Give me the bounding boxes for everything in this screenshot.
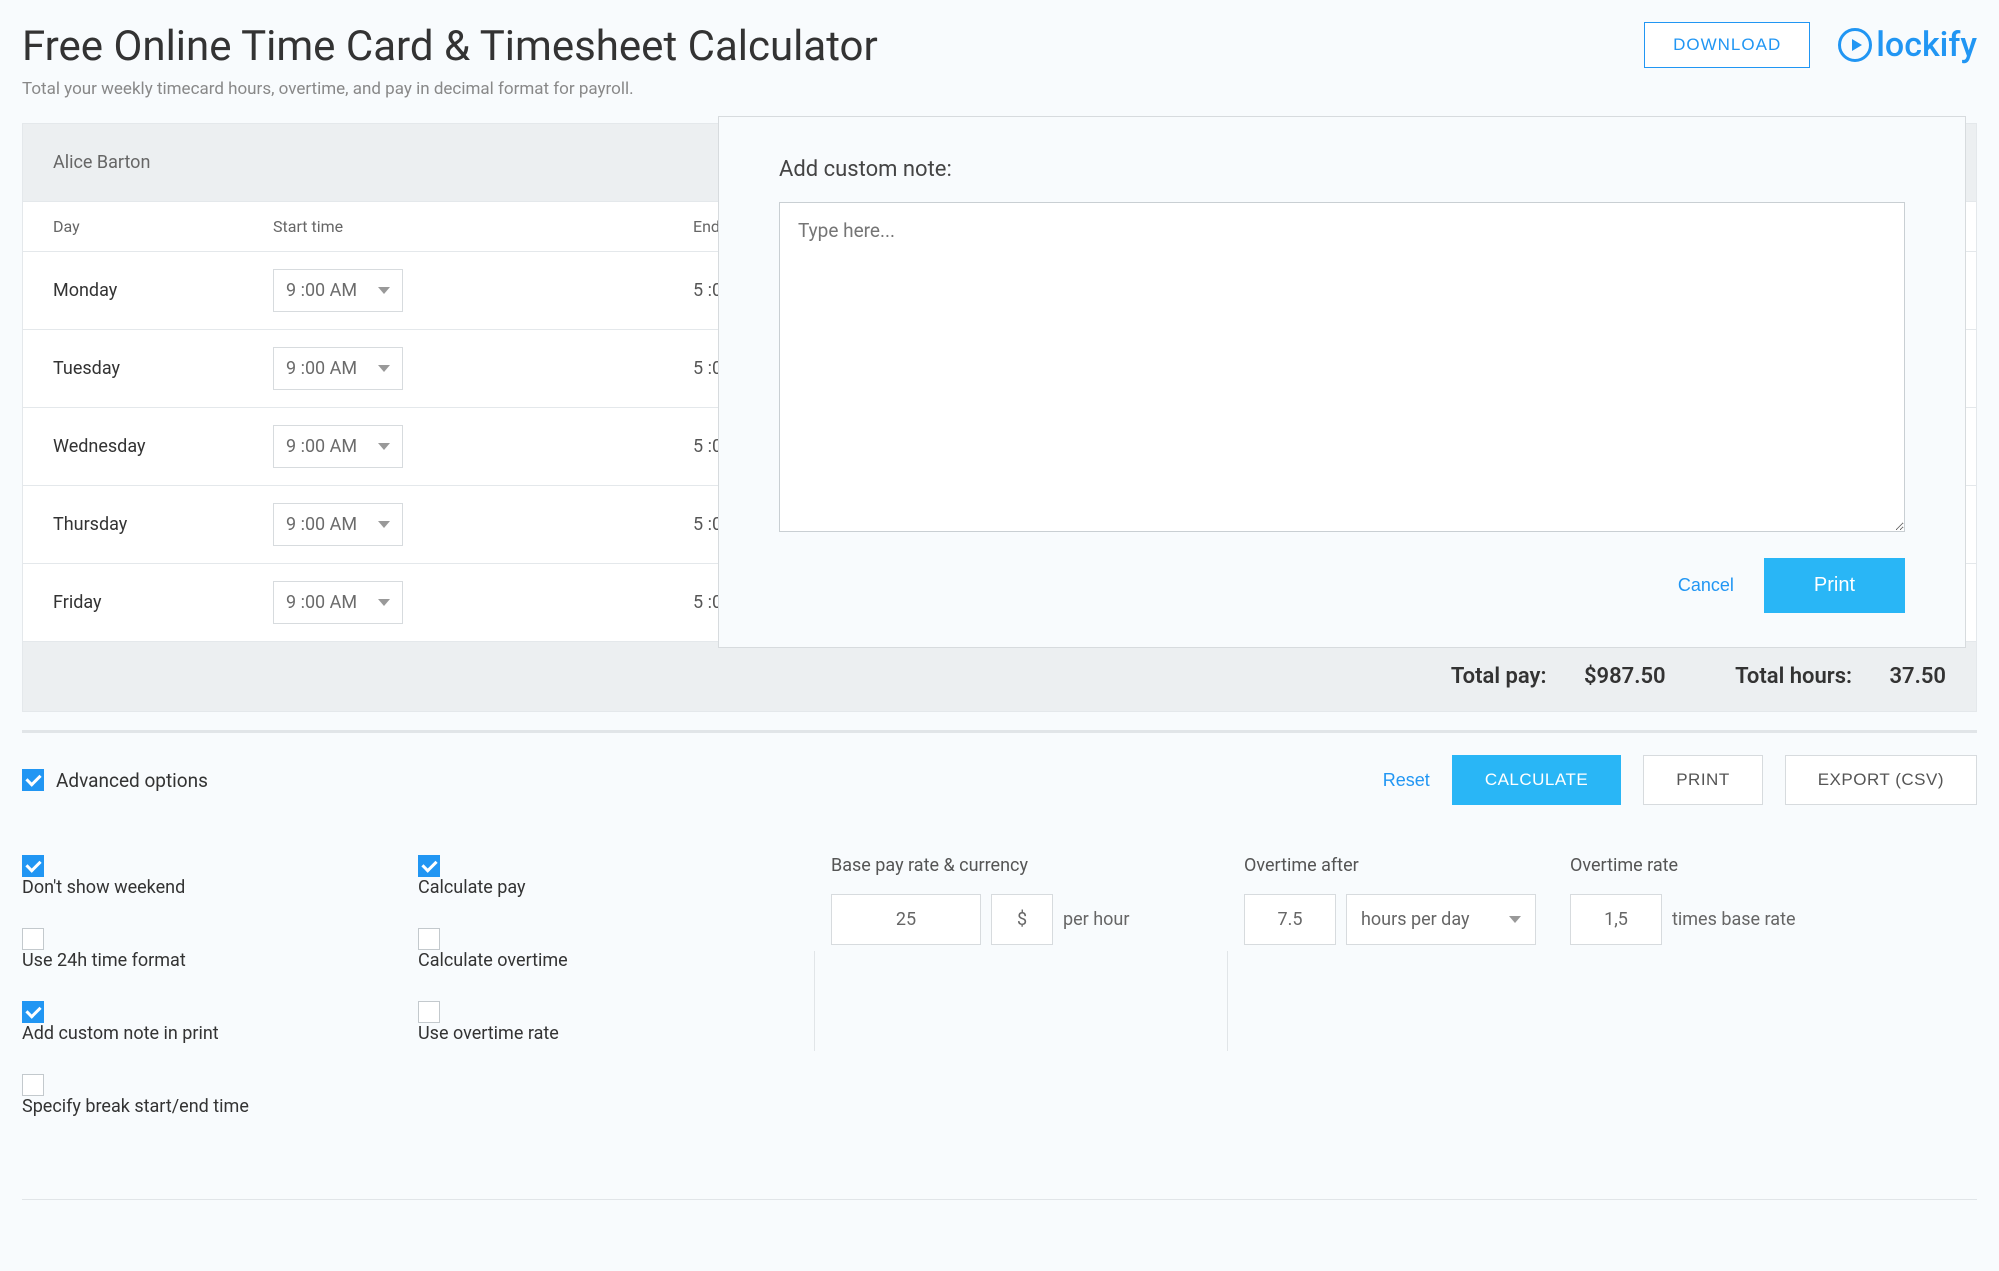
calculate-button[interactable]: CALCULATE [1452,755,1621,805]
modal-print-button[interactable]: Print [1764,558,1905,613]
reset-button[interactable]: Reset [1383,770,1430,791]
advanced-options-panel: Don't show weekend Use 24h time format A… [22,855,1977,1147]
overtime-after-label: Overtime after [1244,855,1536,876]
advanced-options-label: Advanced options [56,769,208,792]
time-text: 9 :00 AM [286,280,357,301]
specify-break-toggle[interactable]: Specify break start/end time [22,1074,402,1117]
start-time-input[interactable]: 9 :00 AM [273,269,403,312]
col-day: Day [53,217,273,236]
label: Use 24h time format [22,950,186,971]
page-title: Free Online Time Card & Timesheet Calcul… [22,22,878,71]
custom-note-modal: Add custom note: Cancel Print [718,116,1966,648]
cancel-button[interactable]: Cancel [1678,575,1734,596]
start-time-input[interactable]: 9 :00 AM [273,581,403,624]
overtime-after-input[interactable]: 7.5 [1244,894,1336,945]
chevron-down-icon [378,365,390,372]
export-csv-button[interactable]: EXPORT (CSV) [1785,755,1977,805]
day-label: Monday [53,280,273,301]
calculate-pay-toggle[interactable]: Calculate pay [418,855,798,898]
label: Don't show weekend [22,877,185,898]
use-24h-toggle[interactable]: Use 24h time format [22,928,402,971]
modal-title: Add custom note: [779,157,1905,182]
calculate-overtime-toggle[interactable]: Calculate overtime [418,928,798,971]
label: Calculate overtime [418,950,568,971]
actions-bar: Advanced options Reset CALCULATE PRINT E… [22,730,1977,805]
day-label: Thursday [53,514,273,535]
overtime-rate-label: Overtime rate [1570,855,1796,876]
times-base-rate-label: times base rate [1672,909,1796,930]
download-button[interactable]: DOWNLOAD [1644,22,1810,68]
checkbox-icon [22,855,44,877]
divider [1227,951,1228,1051]
time-text: 9 :00 AM [286,514,357,535]
logo-text: lockify [1876,25,1977,65]
chevron-down-icon [378,599,390,606]
totals-row: Total pay: $987.50 Total hours: 37.50 [23,641,1976,711]
time-text: 9 :00 AM [286,358,357,379]
checkbox-icon [22,1074,44,1096]
time-text: 9 :00 AM [286,436,357,457]
total-hours: Total hours: 37.50 [1703,664,1946,689]
checkbox-icon [22,1001,44,1023]
checkbox-icon [22,928,44,950]
total-pay: Total pay: $987.50 [1419,664,1666,689]
advanced-options-toggle[interactable]: Advanced options [22,769,208,792]
day-label: Wednesday [53,436,273,457]
per-hour-label: per hour [1063,909,1129,930]
label: hours per day [1361,909,1470,930]
chevron-down-icon [1509,916,1521,923]
divider [22,1199,1977,1200]
label: Add custom note in print [22,1023,219,1044]
checkbox-icon [22,769,44,791]
custom-note-textarea[interactable] [779,202,1905,532]
page-subtitle: Total your weekly timecard hours, overti… [22,79,878,99]
start-time-input[interactable]: 9 :00 AM [273,425,403,468]
overtime-rate-input[interactable]: 1,5 [1570,894,1662,945]
chevron-down-icon [378,521,390,528]
overtime-unit-select[interactable]: hours per day [1346,894,1536,945]
base-pay-label: Base pay rate & currency [831,855,1211,876]
day-label: Friday [53,592,273,613]
custom-note-toggle[interactable]: Add custom note in print [22,1001,402,1044]
divider [814,951,815,1051]
print-button[interactable]: PRINT [1643,755,1763,805]
label: Use overtime rate [418,1023,559,1044]
currency-input[interactable]: $ [991,894,1053,945]
checkbox-icon [418,1001,440,1023]
clockify-logo[interactable]: lockify [1838,25,1977,65]
chevron-down-icon [378,287,390,294]
base-rate-input[interactable]: 25 [831,894,981,945]
label: Calculate pay [418,877,526,898]
time-text: 9 :00 AM [286,592,357,613]
no-weekend-toggle[interactable]: Don't show weekend [22,855,402,898]
chevron-down-icon [378,443,390,450]
start-time-input[interactable]: 9 :00 AM [273,503,403,546]
day-label: Tuesday [53,358,273,379]
use-overtime-rate-toggle[interactable]: Use overtime rate [418,1001,798,1044]
clock-icon [1838,28,1872,62]
checkbox-icon [418,928,440,950]
checkbox-icon [418,855,440,877]
col-start: Start time [273,217,693,236]
start-time-input[interactable]: 9 :00 AM [273,347,403,390]
label: Specify break start/end time [22,1096,249,1117]
